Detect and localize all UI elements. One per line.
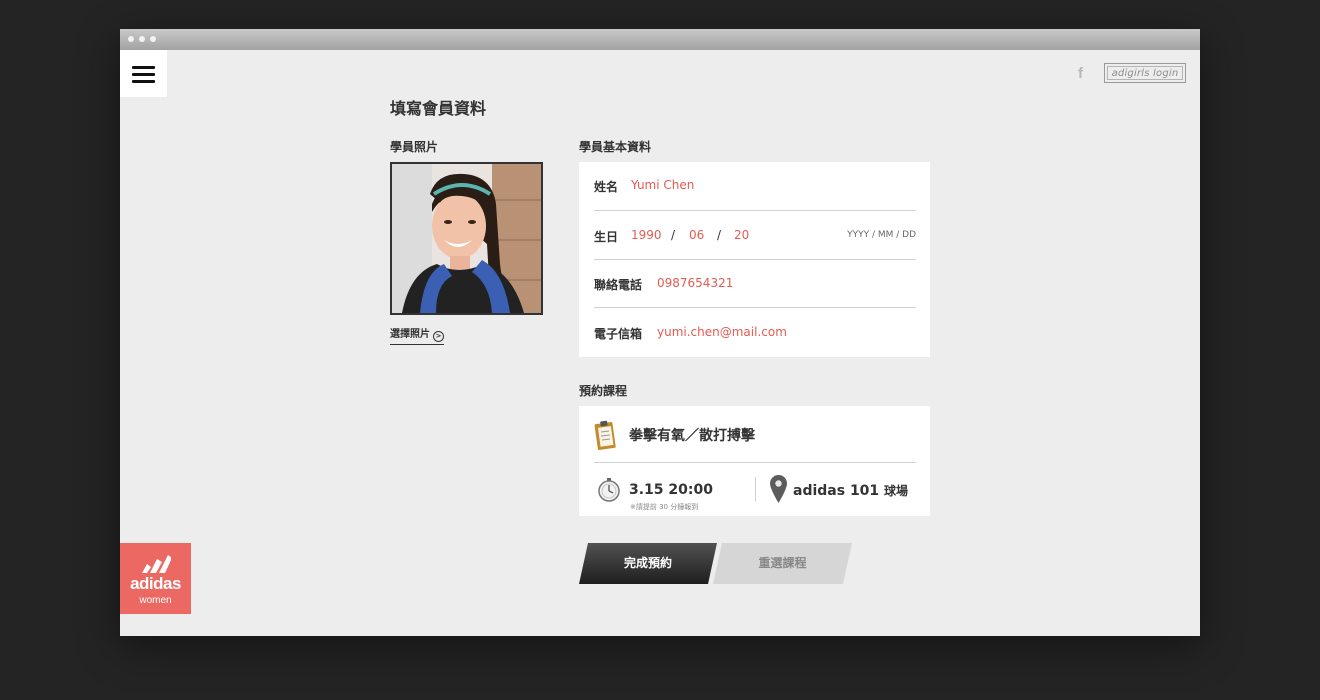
member-photo[interactable] (390, 162, 543, 315)
arrow-right-circle-icon: > (433, 331, 444, 342)
birthday-label: 生日 (594, 230, 619, 244)
menu-bar (132, 73, 155, 76)
login-button-label: adigirls login (1107, 66, 1183, 80)
choose-photo-link[interactable]: 選擇照片 > (390, 325, 444, 345)
brand-sub: women (139, 595, 172, 606)
date-separator: / (717, 228, 722, 242)
birthday-month[interactable]: 06 (689, 228, 704, 242)
course-time: 3.15 20:00 (629, 482, 713, 498)
login-button[interactable]: adigirls login (1104, 63, 1186, 83)
course-location: adidas 101 球場 (793, 482, 908, 499)
birthday-day[interactable]: 20 (734, 228, 749, 242)
email-label: 電子信箱 (594, 327, 643, 341)
photo-section-label: 學員照片 (390, 140, 439, 154)
email-value[interactable]: yumi.chen@mail.com (657, 325, 787, 339)
birthday-year[interactable]: 1990 (631, 228, 662, 242)
member-photo-image (392, 164, 541, 313)
birthday-row: 生日 1990 / 06 / 20 YYYY / MM / DD (594, 212, 916, 260)
confirm-booking-button[interactable]: 完成預約 (579, 543, 717, 584)
phone-row[interactable]: 聯絡電話 0987654321 (594, 260, 916, 308)
info-section-label: 學員基本資料 (579, 140, 652, 154)
brand-name: adidas (130, 574, 181, 593)
window-dot[interactable] (139, 36, 145, 42)
course-card: 拳擊有氧／散打搏擊 3.15 20:00 ※請提前 30 分鐘報到 adidas… (579, 406, 930, 516)
stopwatch-icon (598, 478, 620, 502)
date-format-hint: YYYY / MM / DD (847, 230, 916, 240)
email-row[interactable]: 電子信箱 yumi.chen@mail.com (594, 309, 916, 357)
hamburger-menu-button[interactable] (120, 50, 167, 97)
adidas-stripes-icon (142, 555, 171, 573)
adidas-women-logo[interactable]: adidas women (120, 543, 191, 614)
date-separator: / (671, 228, 676, 242)
reselect-course-button[interactable]: 重選課程 (713, 543, 852, 584)
location-main: adidas 101 (793, 483, 880, 499)
course-divider (594, 462, 916, 463)
clipboard-icon (594, 420, 616, 450)
choose-photo-label: 選擇照片 (390, 329, 430, 340)
name-label: 姓名 (594, 180, 619, 194)
map-pin-icon (770, 475, 787, 503)
name-value[interactable]: Yumi Chen (631, 178, 694, 192)
row-divider (594, 210, 916, 211)
facebook-icon[interactable]: f (1078, 65, 1083, 82)
row-divider (594, 307, 916, 308)
window-titlebar (120, 29, 1200, 50)
time-note: ※請提前 30 分鐘報到 (630, 503, 699, 511)
vertical-divider (755, 477, 756, 501)
phone-value[interactable]: 0987654321 (657, 276, 733, 290)
window-dot[interactable] (128, 36, 134, 42)
menu-bar (132, 66, 155, 69)
page-title: 填寫會員資料 (390, 99, 487, 118)
course-name: 拳擊有氧／散打搏擊 (629, 428, 755, 444)
name-row[interactable]: 姓名 Yumi Chen (594, 162, 916, 210)
member-info-card: 姓名 Yumi Chen 生日 1990 / 06 / 20 YYYY / MM… (579, 162, 930, 357)
window-dot[interactable] (150, 36, 156, 42)
menu-bar (132, 80, 155, 83)
browser-window: f adigirls login 填寫會員資料 學員照片 學員基本資料 選擇照片… (120, 29, 1200, 636)
course-section-label: 預約課程 (579, 384, 628, 398)
phone-label: 聯絡電話 (594, 278, 643, 292)
location-suffix: 球場 (884, 484, 909, 498)
